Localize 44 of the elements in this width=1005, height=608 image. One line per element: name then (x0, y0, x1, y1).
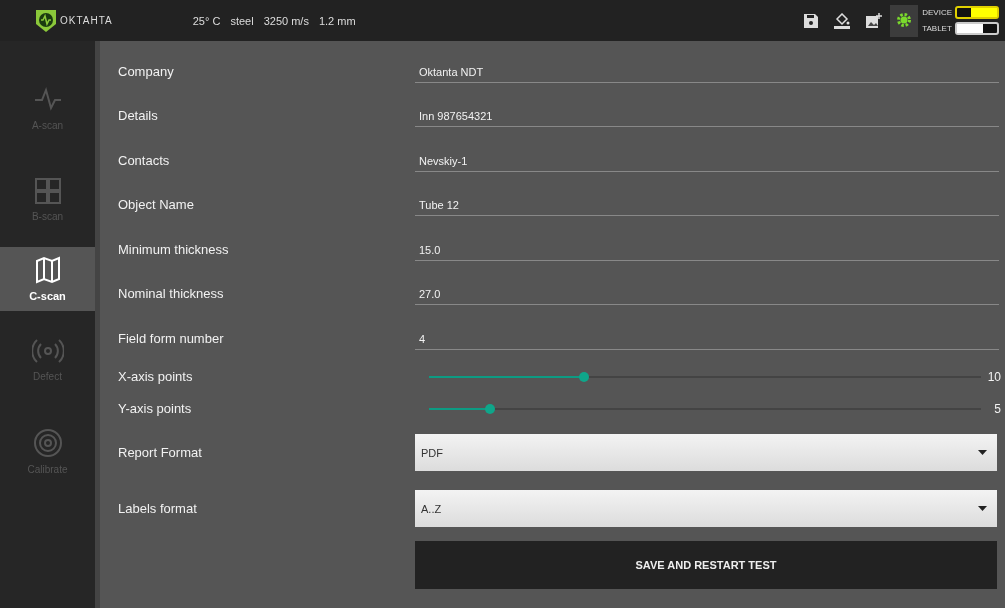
paint-bucket-icon[interactable] (834, 12, 851, 29)
toggle-label: DEVICE (922, 8, 952, 17)
save-icon[interactable] (804, 13, 819, 28)
input-field[interactable]: 15.0 (415, 237, 999, 261)
caret-icon (978, 506, 987, 511)
toggle-switch[interactable] (955, 6, 999, 19)
signal-icon (31, 336, 64, 365)
input-field[interactable]: Tube 12 (415, 193, 999, 217)
toggle-label: TABLET (922, 24, 952, 33)
field-label: Company (118, 63, 175, 79)
caret-icon (978, 450, 987, 455)
field-label: Labels format (118, 501, 198, 516)
add-image-icon[interactable] (866, 12, 883, 29)
field-label: Contacts (118, 152, 171, 168)
target-icon (32, 427, 63, 458)
dropdown[interactable]: A..Z (415, 490, 997, 527)
status-reading: steel (230, 14, 254, 27)
toggle-switch[interactable] (954, 22, 999, 35)
field-label: Details (118, 108, 159, 124)
save-restart-button[interactable]: SAVE AND RESTART TEST (415, 540, 997, 589)
input-field[interactable]: Nevskiy-1 (415, 148, 999, 172)
field-label: Minimum thickness (118, 241, 230, 257)
status-reading: 25° C (192, 14, 221, 27)
field-label: Report Format (118, 445, 203, 460)
field-label: Y-axis points (118, 401, 193, 416)
dropdown[interactable]: PDF (415, 434, 997, 471)
input-field[interactable]: Inn 987654321 (415, 104, 999, 128)
field-label: Nominal thickness (118, 286, 225, 302)
logo-icon (35, 8, 57, 33)
input-field[interactable]: 4 (415, 326, 999, 350)
input-field[interactable]: Oktanta NDT (415, 59, 999, 83)
status-reading: 1.2 mm (318, 14, 356, 27)
field-label: X-axis points (118, 369, 194, 384)
slider-value: 10 (987, 369, 1001, 384)
settings-icon[interactable] (896, 11, 913, 28)
status-reading: 3250 m/s (263, 14, 309, 27)
field-label: Object Name (118, 197, 195, 213)
map-icon (33, 256, 62, 284)
sidebar-item[interactable]: C-scan (0, 247, 95, 311)
slider-value: 5 (993, 401, 1001, 416)
logo-text: OKTAHTA (60, 15, 113, 26)
grid-icon (33, 176, 62, 205)
field-label: Field form number (118, 330, 225, 346)
input-field[interactable]: 27.0 (415, 282, 999, 306)
